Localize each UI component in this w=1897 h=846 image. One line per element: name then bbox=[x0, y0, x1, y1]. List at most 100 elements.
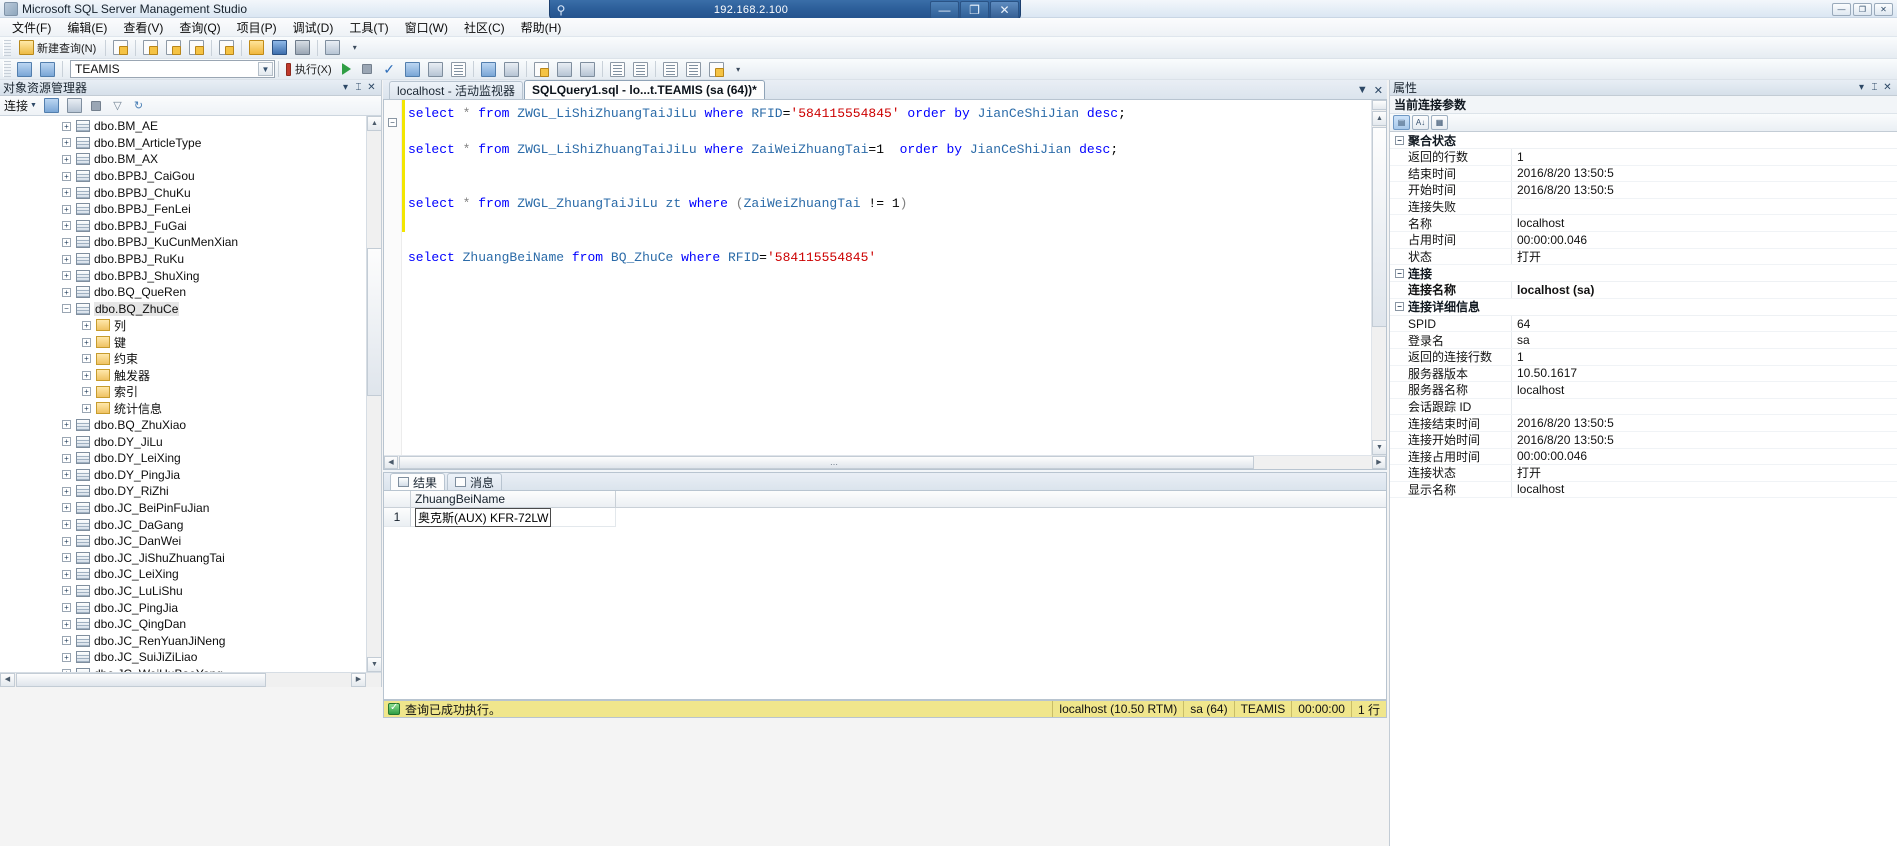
specify-values-button[interactable] bbox=[706, 60, 727, 78]
property-value[interactable] bbox=[1512, 199, 1897, 215]
mdx-query-button[interactable] bbox=[140, 39, 161, 57]
expand-icon[interactable]: + bbox=[62, 486, 71, 496]
new-query-button[interactable]: 新建查询(N) bbox=[14, 39, 101, 57]
tree-node[interactable]: + dbo.JC_DanWei bbox=[0, 533, 381, 550]
scroll-thumb-horizontal[interactable] bbox=[16, 673, 266, 687]
save-button[interactable] bbox=[269, 39, 290, 57]
scroll-up-arrow-icon[interactable]: ▲ bbox=[1372, 111, 1386, 126]
scroll-right-arrow-icon[interactable]: ▶ bbox=[351, 673, 366, 687]
expand-icon[interactable]: + bbox=[62, 520, 71, 530]
menu-item-tools[interactable]: 工具(T) bbox=[341, 18, 396, 37]
scroll-down-arrow-icon[interactable]: ▼ bbox=[367, 657, 381, 672]
expand-icon[interactable]: + bbox=[82, 403, 91, 413]
filter-button[interactable]: ▽ bbox=[108, 97, 127, 115]
pin-icon[interactable]: ⌶ bbox=[352, 82, 365, 93]
property-value[interactable]: 2016/8/20 13:50:5 bbox=[1512, 166, 1897, 182]
comment-button[interactable] bbox=[554, 60, 575, 78]
property-value[interactable]: 1 bbox=[1512, 349, 1897, 365]
property-group-header[interactable]: − 聚合状态 bbox=[1390, 132, 1897, 149]
toolbar-overflow-button-2[interactable]: ▾ bbox=[729, 60, 748, 78]
property-row[interactable]: 连接结束时间 2016/8/20 13:50:5 bbox=[1390, 415, 1897, 432]
menu-item-community[interactable]: 社区(C) bbox=[456, 18, 513, 37]
tree-node[interactable]: + dbo.JC_JiShuZhuangTai bbox=[0, 549, 381, 566]
tree-node[interactable]: + dbo.BPBJ_KuCunMenXian bbox=[0, 234, 381, 251]
close-icon[interactable]: ✕ bbox=[365, 82, 378, 93]
tree-node[interactable]: + dbo.BPBJ_ChuKu bbox=[0, 184, 381, 201]
xmla-query-button[interactable] bbox=[186, 39, 207, 57]
editor-collapse-toggle[interactable]: − bbox=[388, 118, 397, 127]
tree-node[interactable]: + dbo.JC_SuiJiZiLiao bbox=[0, 649, 381, 666]
property-row[interactable]: 会话跟踪 ID bbox=[1390, 398, 1897, 416]
tree-node[interactable]: + dbo.BPBJ_CaiGou bbox=[0, 168, 381, 185]
scroll-right-arrow-icon[interactable]: ▶ bbox=[1372, 456, 1386, 469]
window-controls[interactable]: — ❐ ✕ bbox=[1827, 0, 1897, 18]
editor-horizontal-scrollbar[interactable]: ◀ ⋯ ▶ bbox=[384, 455, 1386, 469]
alphabetical-icon[interactable]: A↓ bbox=[1412, 115, 1429, 130]
expand-icon[interactable]: + bbox=[62, 553, 71, 563]
chevron-down-icon[interactable]: ▼ bbox=[1357, 84, 1368, 97]
uncomment-button[interactable] bbox=[577, 60, 598, 78]
property-value[interactable]: 10.50.1617 bbox=[1512, 366, 1897, 382]
open-file-button[interactable] bbox=[246, 39, 267, 57]
dmx-query-button[interactable] bbox=[163, 39, 184, 57]
property-value[interactable] bbox=[1512, 399, 1897, 415]
expand-icon[interactable]: + bbox=[82, 320, 91, 330]
menu-item-project[interactable]: 项目(P) bbox=[229, 18, 285, 37]
expand-icon[interactable]: + bbox=[62, 453, 71, 463]
tree-node[interactable]: + dbo.DY_JiLu bbox=[0, 433, 381, 450]
property-row[interactable]: 连接失败 bbox=[1390, 198, 1897, 216]
expand-icon[interactable]: + bbox=[62, 287, 71, 297]
property-group-header[interactable]: − 连接详细信息 bbox=[1390, 298, 1897, 316]
tree-node[interactable]: + dbo.BPBJ_FenLei bbox=[0, 201, 381, 218]
expand-icon[interactable]: + bbox=[62, 503, 71, 513]
tree-node[interactable]: + 列 bbox=[0, 317, 381, 334]
collapse-icon[interactable]: − bbox=[1395, 268, 1404, 278]
tree-node[interactable]: + dbo.BPBJ_FuGai bbox=[0, 218, 381, 235]
disconnect-button[interactable] bbox=[64, 97, 85, 115]
property-row[interactable]: SPID 64 bbox=[1390, 315, 1897, 333]
tree-node[interactable]: + dbo.JC_QingDan bbox=[0, 616, 381, 633]
scroll-thumb[interactable] bbox=[367, 248, 381, 396]
property-row[interactable]: 状态 打开 bbox=[1390, 248, 1897, 266]
editor-vertical-scrollbar[interactable]: ▲ ▼ bbox=[1371, 100, 1386, 455]
expand-icon[interactable]: + bbox=[62, 204, 71, 214]
pin-icon[interactable]: ⚲ bbox=[550, 3, 572, 17]
object-explorer-tree[interactable]: + dbo.BM_AE + dbo.BM_ArticleType + dbo.BM_AX +… bbox=[0, 116, 381, 672]
categorized-icon[interactable]: ▤ bbox=[1393, 115, 1410, 130]
close-icon[interactable]: ✕ bbox=[1374, 84, 1383, 97]
property-row[interactable]: 返回的连接行数 1 bbox=[1390, 348, 1897, 366]
chevron-down-icon[interactable]: ▼ bbox=[30, 102, 37, 109]
collapse-icon[interactable]: − bbox=[62, 304, 71, 314]
tree-node[interactable]: + 键 bbox=[0, 334, 381, 351]
property-group-header[interactable]: − 连接 bbox=[1390, 265, 1897, 283]
property-value[interactable]: localhost (sa) bbox=[1512, 282, 1897, 298]
expand-icon[interactable]: + bbox=[62, 569, 71, 579]
tree-node[interactable]: + dbo.BQ_ZhuXiao bbox=[0, 417, 381, 434]
expand-icon[interactable]: + bbox=[62, 188, 71, 198]
display-estimated-plan-button[interactable] bbox=[402, 60, 423, 78]
script-grid-button[interactable] bbox=[322, 39, 343, 57]
property-row[interactable]: 连接占用时间 00:00:00.046 bbox=[1390, 448, 1897, 466]
tree-node[interactable]: + dbo.BPBJ_ShuXing bbox=[0, 267, 381, 284]
tree-node[interactable]: − dbo.BQ_ZhuCe bbox=[0, 301, 381, 318]
tree-node[interactable]: + dbo.JC_PingJia bbox=[0, 599, 381, 616]
database-engine-query-button[interactable] bbox=[110, 39, 131, 57]
compact-query-button[interactable] bbox=[216, 39, 237, 57]
connect-object-explorer-button[interactable] bbox=[41, 97, 62, 115]
expand-icon[interactable]: + bbox=[62, 470, 71, 480]
expand-icon[interactable]: + bbox=[62, 619, 71, 629]
scroll-thumb[interactable] bbox=[1372, 127, 1386, 327]
tab-results[interactable]: 结果 bbox=[390, 473, 446, 490]
toolbar-overflow-button[interactable]: ▾ bbox=[345, 39, 364, 57]
tree-node[interactable]: + 统计信息 bbox=[0, 400, 381, 417]
tree-node[interactable]: + dbo.DY_PingJia bbox=[0, 466, 381, 483]
property-row[interactable]: 连接状态 打开 bbox=[1390, 465, 1897, 482]
tree-node[interactable]: + dbo.BM_AX bbox=[0, 151, 381, 168]
table-row[interactable]: 1 奥克斯(AUX) KFR-72LW bbox=[384, 507, 1386, 527]
execute-button[interactable]: 执行(X) bbox=[283, 60, 335, 78]
editor-split-handle[interactable] bbox=[1372, 100, 1386, 110]
column-header-zhuangbeiname[interactable]: ZhuangBeiName bbox=[411, 491, 616, 507]
expand-icon[interactable]: + bbox=[62, 221, 71, 231]
property-row[interactable]: 返回的行数 1 bbox=[1390, 149, 1897, 166]
expand-icon[interactable]: + bbox=[82, 337, 91, 347]
